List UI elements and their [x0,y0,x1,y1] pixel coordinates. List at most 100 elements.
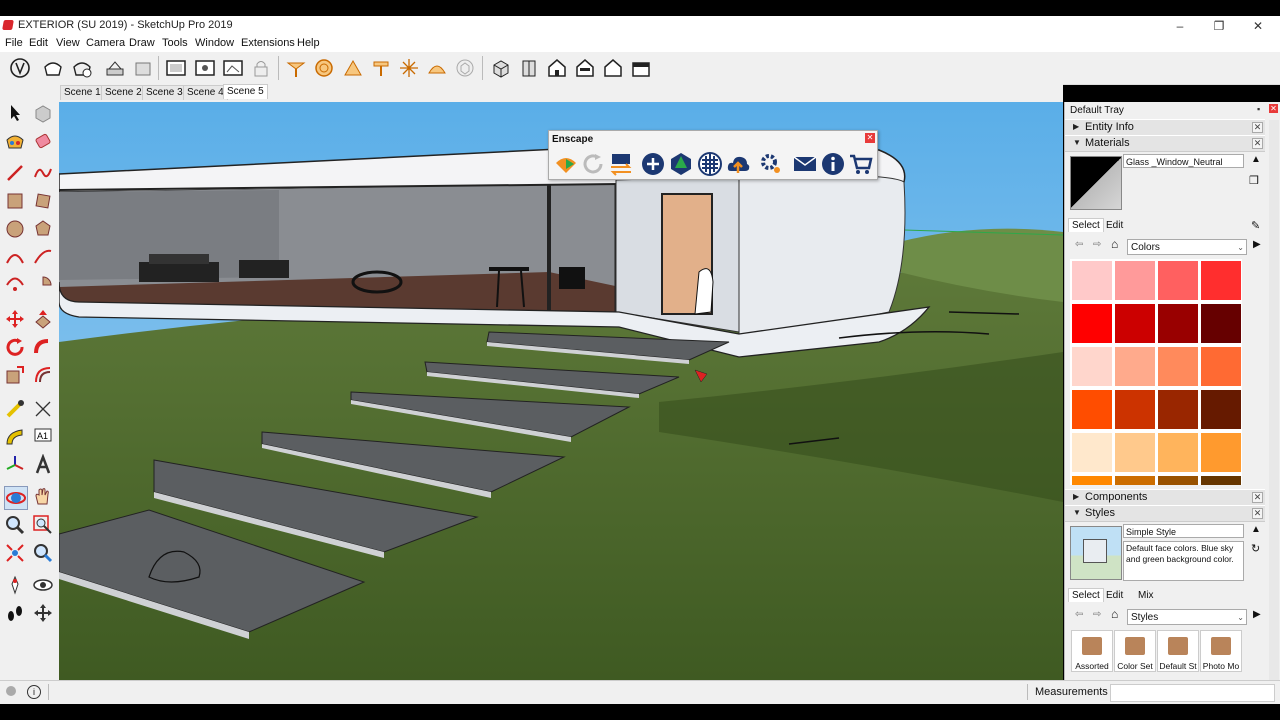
arc-icon[interactable] [4,246,26,268]
stamp-icon[interactable] [370,57,392,79]
close-icon[interactable]: ✕ [1252,138,1263,149]
select-lasso-icon[interactable] [9,57,31,79]
layout-icon[interactable] [165,57,187,79]
home-icon[interactable]: ⌂ [1111,607,1118,621]
sample-paint-icon[interactable]: ✎ [1251,219,1260,232]
material-swatch[interactable] [1201,347,1241,386]
send-to-layout-icon[interactable] [194,57,216,79]
paint-bucket-icon[interactable] [4,130,26,152]
details-arrow-icon[interactable]: ▶ [1253,239,1261,250]
look-around-icon[interactable] [32,574,54,596]
material-swatch[interactable] [1115,476,1155,485]
rotate-icon[interactable] [4,336,26,358]
display-secondary-icon[interactable]: ❒ [1249,174,1259,187]
menu-view[interactable]: View [56,37,80,49]
create-material-icon[interactable]: ▲ [1251,154,1261,165]
push-pull-icon[interactable] [32,308,54,330]
close-icon[interactable]: ✕ [1252,122,1263,133]
material-swatch[interactable] [1115,304,1155,343]
axes-icon[interactable] [4,454,26,476]
tab-styles-edit[interactable]: Edit [1103,589,1126,602]
material-swatch[interactable] [1072,476,1112,485]
sync-update-icon[interactable] [580,151,606,177]
protractor-icon[interactable] [4,426,26,448]
zoom-icon[interactable] [4,514,26,536]
material-swatch[interactable] [1158,390,1198,429]
shop-cart-icon[interactable] [848,151,874,177]
update-style-icon[interactable]: ↻ [1251,542,1260,555]
pan-icon[interactable] [32,486,54,508]
material-swatch[interactable] [1115,347,1155,386]
tab-scene-3[interactable]: Scene 3 [142,85,187,100]
close-icon[interactable]: ✕ [1252,508,1263,519]
forward-arrow-icon[interactable]: ⇨ [1093,239,1101,250]
materials-library-select[interactable]: Colors ⌄ [1127,239,1247,255]
menu-camera[interactable]: Camera [86,37,125,49]
freehand-icon[interactable] [32,162,54,184]
geo-location-icon[interactable] [6,686,16,696]
style-folder-assorted[interactable]: Assorted [1071,630,1113,672]
tab-scene-4[interactable]: Scene 4 [183,85,228,100]
sandbox-scratch-icon[interactable] [313,57,335,79]
style-folder-color-set[interactable]: Color Set [1114,630,1156,672]
zoom-window-icon[interactable] [32,514,54,536]
entity-info-header[interactable]: ▶ Entity Info ✕ [1065,119,1265,136]
material-swatch[interactable] [1158,304,1198,343]
make-component-icon[interactable] [32,102,54,124]
material-swatch[interactable] [1115,433,1155,472]
3d-text-icon[interactable] [32,454,54,476]
tab-styles-mix[interactable]: Mix [1135,589,1157,602]
paint-bucket-icon[interactable] [42,57,64,79]
restore-button[interactable]: ❐ [1199,16,1239,36]
material-swatch[interactable] [1072,261,1112,300]
material-swatch[interactable] [1201,304,1241,343]
about-info-icon[interactable] [820,151,846,177]
feedback-mail-icon[interactable] [792,151,818,177]
previous-view-icon[interactable] [32,542,54,564]
settings-gear-icon[interactable] [758,151,784,177]
back-arrow-icon[interactable]: ⇦ [1075,609,1083,620]
asset-library-icon[interactable] [668,151,694,177]
warehouse-icon[interactable] [104,57,126,79]
position-camera-icon[interactable] [4,574,26,596]
tray-close-icon[interactable]: ✕ [1269,104,1278,113]
pin-icon[interactable]: ▪ [1257,104,1260,114]
tab-scene-1[interactable]: Scene 1 [60,85,105,100]
polygon-icon[interactable] [32,218,54,240]
style-name-field[interactable]: Simple Style [1123,524,1244,538]
three-point-arc-icon[interactable] [4,274,26,296]
tray-scrollbar[interactable] [1269,120,1279,680]
material-swatch[interactable] [1115,390,1155,429]
smoove-icon[interactable] [342,57,364,79]
create-style-icon[interactable]: ▲ [1251,524,1261,535]
material-swatch[interactable] [1115,261,1155,300]
menu-extensions[interactable]: Extensions [241,37,295,49]
menu-help[interactable]: Help [297,37,320,49]
front-view-icon[interactable] [546,57,568,79]
close-icon[interactable]: ✕ [1252,492,1263,503]
menu-edit[interactable]: Edit [29,37,48,49]
close-button[interactable]: ✕ [1238,16,1278,36]
sandbox-from-contours-icon[interactable] [285,57,307,79]
material-swatch[interactable] [1158,261,1198,300]
styles-library-select[interactable]: Styles ⌄ [1127,609,1247,625]
eraser-icon[interactable] [32,130,54,152]
material-swatch[interactable] [1072,304,1112,343]
pie-icon[interactable] [32,274,54,296]
offset-icon[interactable] [32,364,54,386]
components-header[interactable]: ▶ Components ✕ [1065,489,1265,506]
tab-scene-5[interactable]: Scene 5 [223,84,268,99]
follow-me-icon[interactable] [32,336,54,358]
home-icon[interactable]: ⌂ [1111,237,1118,251]
material-swatch[interactable] [1072,390,1112,429]
circle-icon[interactable] [4,218,26,240]
tape-measure-icon[interactable] [4,398,26,420]
text-tool-icon[interactable]: A1 [32,426,54,448]
line-tool-icon[interactable] [4,162,26,184]
close-icon[interactable]: ✕ [865,133,875,143]
tab-scene-2[interactable]: Scene 2 [101,85,146,100]
scale-icon[interactable] [4,364,26,386]
menu-tools[interactable]: Tools [162,37,188,49]
style-folder-default[interactable]: Default St [1157,630,1199,672]
menu-window[interactable]: Window [195,37,234,49]
